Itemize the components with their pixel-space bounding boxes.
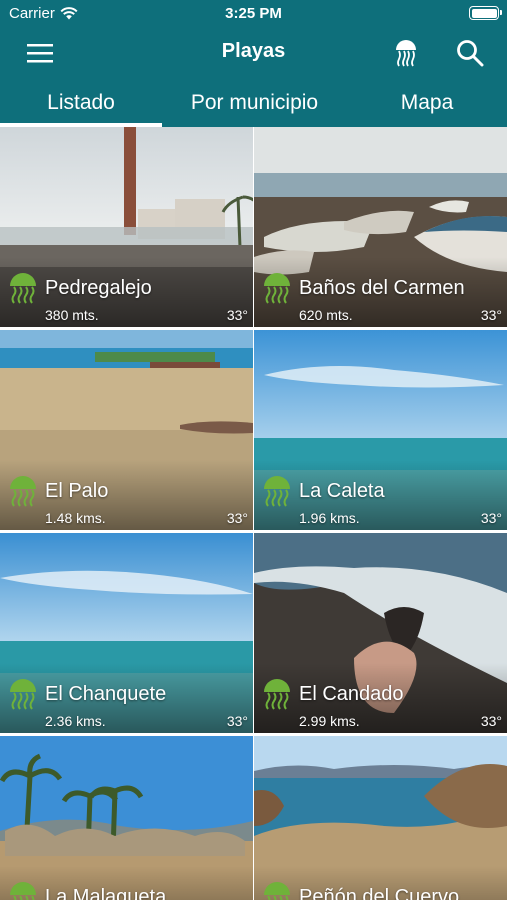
water-temperature: 33° bbox=[226, 510, 248, 526]
beach-grid: Pedregalejo 380 mts. 33° Baños del Carme… bbox=[0, 127, 507, 900]
jellyfish-icon bbox=[10, 882, 36, 900]
navigation-bar: Playas bbox=[0, 28, 507, 78]
beach-card-banos-del-carmen[interactable]: Baños del Carmen 620 mts. 33° bbox=[254, 127, 507, 327]
beach-card-el-chanquete[interactable]: El Chanquete 2.36 kms. 33° bbox=[0, 533, 253, 733]
beach-distance: 380 mts. bbox=[45, 307, 99, 323]
jellyfish-icon bbox=[396, 40, 416, 67]
jellyfish-icon bbox=[10, 273, 36, 304]
tab-mapa[interactable]: Mapa bbox=[347, 82, 507, 127]
beach-card-la-malagueta[interactable]: La Malagueta bbox=[0, 736, 253, 900]
page-title: Playas bbox=[221, 40, 286, 62]
beach-distance: 620 mts. bbox=[299, 307, 353, 323]
beach-name: El Candado bbox=[299, 683, 404, 705]
search-button[interactable] bbox=[452, 35, 488, 71]
beach-name: La Caleta bbox=[299, 480, 385, 502]
jellyfish-icon bbox=[264, 679, 290, 710]
water-temperature: 33° bbox=[480, 510, 502, 526]
water-temperature: 33° bbox=[480, 307, 502, 323]
tab-listado[interactable]: Listado bbox=[0, 82, 162, 127]
beach-name: La Malagueta bbox=[45, 886, 167, 900]
beach-name: El Palo bbox=[45, 480, 109, 502]
beach-distance: 1.48 kms. bbox=[45, 510, 106, 526]
clock: 3:25 PM bbox=[225, 5, 282, 22]
beach-card-penon-del-cuervo[interactable]: Peñón del Cuervo bbox=[254, 736, 507, 900]
beach-card-el-candado[interactable]: El Candado 2.99 kms. 33° bbox=[254, 533, 507, 733]
beach-name: Baños del Carmen bbox=[299, 277, 465, 299]
water-temperature: 33° bbox=[226, 307, 248, 323]
beach-card-el-palo[interactable]: El Palo 1.48 kms. 33° bbox=[0, 330, 253, 530]
water-temperature: 33° bbox=[226, 713, 248, 729]
beach-distance: 2.99 kms. bbox=[299, 713, 360, 729]
jellyfish-icon bbox=[10, 679, 36, 710]
beach-name: Pedregalejo bbox=[45, 277, 152, 299]
jellyfish-icon bbox=[10, 476, 36, 507]
beach-distance: 2.36 kms. bbox=[45, 713, 106, 729]
tab-por-municipio[interactable]: Por municipio bbox=[162, 82, 347, 127]
tab-bar: Listado Por municipio Mapa bbox=[0, 82, 507, 127]
status-bar: Carrier 3:25 PM bbox=[0, 0, 507, 28]
app-header: Carrier 3:25 PM Playas Listado Por munic… bbox=[0, 0, 507, 127]
beach-name: Peñón del Cuervo bbox=[299, 886, 460, 900]
beach-distance: 1.96 kms. bbox=[299, 510, 360, 526]
jellyfish-icon bbox=[264, 476, 290, 507]
beach-card-pedregalejo[interactable]: Pedregalejo 380 mts. 33° bbox=[0, 127, 253, 327]
water-temperature: 33° bbox=[480, 713, 502, 729]
beach-card-la-caleta[interactable]: La Caleta 1.96 kms. 33° bbox=[254, 330, 507, 530]
search-icon bbox=[457, 40, 484, 67]
jellyfish-icon bbox=[264, 882, 290, 900]
battery-icon bbox=[469, 6, 502, 20]
jellyfish-button[interactable] bbox=[388, 35, 424, 71]
beach-name: El Chanquete bbox=[45, 683, 167, 705]
jellyfish-icon bbox=[264, 273, 290, 304]
